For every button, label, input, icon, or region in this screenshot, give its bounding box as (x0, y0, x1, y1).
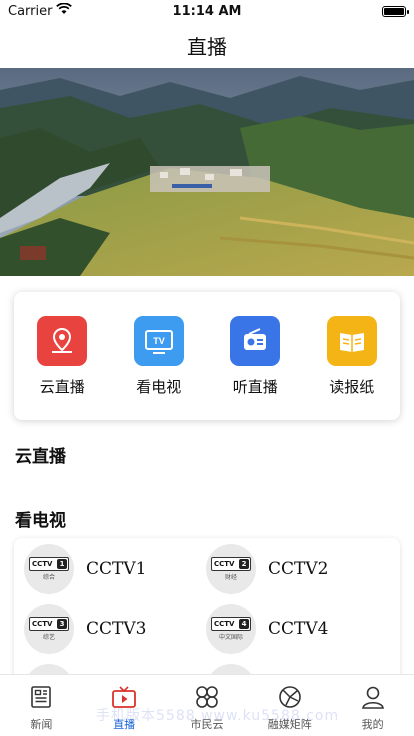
quick-listen-live-label: 听直播 (232, 378, 278, 396)
tab-news[interactable]: 新闻 (0, 675, 83, 736)
tab-profile[interactable]: 我的 (331, 675, 414, 736)
quick-watch-tv-button[interactable]: TV 看电视 (119, 316, 199, 397)
channel-item-cctv2[interactable]: CCTV 2 财经 CCTV2 (206, 544, 386, 594)
wifi-icon (56, 2, 73, 19)
channel-name: CCTV4 (268, 619, 329, 639)
channel-item-cctv3[interactable]: CCTV 3 综艺 CCTV3 (24, 604, 204, 654)
channel-name: CCTV1 (86, 559, 147, 579)
cctv2-logo-icon: CCTV 2 财经 (206, 544, 256, 594)
tab-citizen-cloud-label: 市民云 (190, 718, 224, 731)
page-title: 直播 (187, 34, 227, 59)
quick-read-newspaper-label: 读报纸 (329, 378, 375, 396)
quick-actions-card: 云直播 TV 看电视 听直播 读报纸 (14, 292, 400, 420)
logo-box: CCTV 2 (211, 557, 251, 571)
banner-image[interactable] (0, 68, 414, 276)
media-matrix-icon (276, 683, 304, 711)
logo-subtitle: 综艺 (42, 634, 55, 641)
logo-box: CCTV 3 (29, 617, 69, 631)
bottom-tab-bar: 新闻 直播 市民云 融媒矩阵 我的 (0, 674, 414, 736)
tv-icon: TV (133, 316, 184, 366)
logo-number: 1 (57, 559, 67, 569)
quick-listen-live-button[interactable]: 听直播 (215, 316, 295, 397)
quick-cloud-live-button[interactable]: 云直播 (22, 316, 102, 397)
tab-profile-label: 我的 (361, 718, 384, 731)
status-bar: Carrier 11:14 AM (0, 0, 414, 22)
section-title-cloud-live: 云直播 (15, 447, 66, 467)
section-title-watch-tv: 看电视 (15, 511, 66, 531)
status-left: Carrier (8, 2, 148, 19)
logo-number: 3 (57, 619, 67, 629)
quick-watch-tv-label: 看电视 (136, 378, 182, 396)
quick-read-newspaper-button[interactable]: 读报纸 (312, 316, 392, 397)
nav-bar: 直播 (0, 22, 414, 68)
tab-live[interactable]: 直播 (83, 675, 166, 736)
tab-media-matrix[interactable]: 融媒矩阵 (248, 675, 331, 736)
tab-live-label: 直播 (113, 718, 136, 731)
channel-name: CCTV3 (86, 619, 147, 639)
logo-subtitle: 中文国际 (218, 634, 243, 641)
tab-citizen-cloud[interactable]: 市民云 (166, 675, 249, 736)
channel-name: CCTV2 (268, 559, 329, 579)
status-right (266, 5, 409, 17)
banner-landscape (0, 68, 414, 276)
radio-icon (230, 316, 281, 366)
cctv3-logo-icon: CCTV 3 综艺 (24, 604, 74, 654)
tab-news-label: 新闻 (30, 718, 53, 731)
logo-box: CCTV 4 (211, 617, 251, 631)
live-tv-icon (110, 683, 138, 711)
channel-item-cctv4[interactable]: CCTV 4 中文国际 CCTV4 (206, 604, 386, 654)
logo-number: 2 (239, 559, 249, 569)
quick-cloud-live-label: 云直播 (39, 378, 85, 396)
cctv1-logo-icon: CCTV 1 综合 (24, 544, 74, 594)
logo-number: 4 (239, 619, 249, 629)
news-icon (27, 683, 55, 711)
logo-box: CCTV 1 (29, 557, 69, 571)
battery-icon (382, 5, 409, 17)
location-pin-icon (37, 316, 88, 366)
status-time: 11:14 AM (172, 3, 242, 19)
newspaper-icon (326, 316, 377, 366)
logo-subtitle: 综合 (42, 574, 55, 581)
cctv4-logo-icon: CCTV 4 中文国际 (206, 604, 256, 654)
carrier-label: Carrier (8, 3, 53, 19)
tab-media-matrix-label: 融媒矩阵 (267, 718, 312, 731)
logo-subtitle: 财经 (224, 574, 237, 581)
profile-icon (359, 683, 387, 711)
clover-icon (193, 683, 221, 711)
svg-text:TV: TV (153, 336, 165, 346)
channel-item-cctv1[interactable]: CCTV 1 综合 CCTV1 (24, 544, 204, 594)
